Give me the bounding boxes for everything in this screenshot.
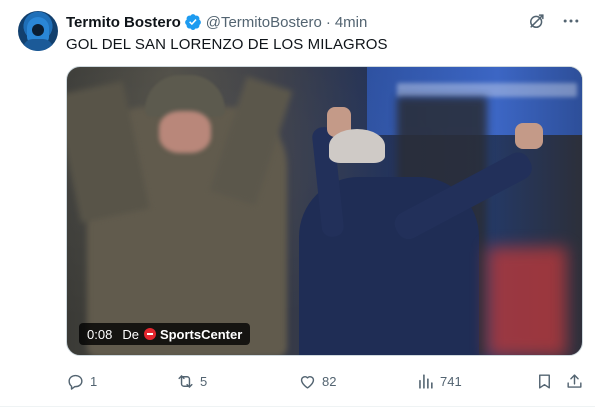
- video-duration: 0:08: [87, 326, 113, 342]
- avatar-face: [32, 24, 44, 36]
- view-count: 741: [440, 373, 462, 389]
- views-button[interactable]: 741: [416, 370, 462, 392]
- video-source-name[interactable]: SportsCenter: [160, 327, 242, 342]
- heart-icon: [300, 375, 315, 389]
- more-icon[interactable]: [561, 11, 581, 31]
- reply-count: 1: [90, 373, 98, 389]
- tweet-top-actions: [527, 11, 581, 31]
- grok-icon[interactable]: [527, 11, 547, 31]
- tweet-header: Termito Bostero @TermitoBostero · 4min: [66, 12, 367, 32]
- video-coach-head: [332, 133, 396, 193]
- share-icon: [567, 373, 582, 388]
- reply-button[interactable]: 1: [66, 370, 97, 392]
- reply-icon: [68, 374, 83, 390]
- sportscenter-logo-icon: [143, 328, 156, 340]
- video-coach-hand: [515, 123, 543, 149]
- bookmark-icon: [539, 373, 550, 389]
- like-button[interactable]: 82: [298, 370, 336, 392]
- views-icon: [419, 373, 433, 389]
- tweet[interactable]: Termito Bostero @TermitoBostero · 4min G…: [0, 0, 595, 407]
- display-name[interactable]: Termito Bostero: [66, 14, 181, 31]
- tweet-time[interactable]: 4min: [335, 14, 368, 31]
- video-source-badge[interactable]: 0:08 De SportsCenter: [79, 323, 251, 345]
- video-red-blur: [487, 247, 567, 355]
- tweet-actions: 1 5 82 741: [66, 370, 583, 392]
- verified-badge-icon[interactable]: [184, 13, 202, 31]
- separator-dot: ·: [325, 13, 331, 31]
- user-handle[interactable]: @TermitoBostero: [206, 14, 322, 31]
- avatar-body: [23, 39, 53, 51]
- like-count: 82: [322, 373, 337, 389]
- bookmark-button[interactable]: [535, 370, 554, 392]
- video-man-left-face: [159, 111, 211, 153]
- tweet-text: GOL DEL SAN LORENZO DE LOS MILAGROS: [66, 36, 388, 53]
- video-from-label: De: [122, 326, 139, 342]
- repost-button[interactable]: 5: [176, 370, 207, 392]
- repost-icon: [178, 374, 193, 388]
- share-button[interactable]: [565, 370, 584, 392]
- tweet-video[interactable]: 0:08 De SportsCenter: [66, 66, 583, 356]
- repost-count: 5: [200, 373, 208, 389]
- avatar[interactable]: [18, 11, 58, 51]
